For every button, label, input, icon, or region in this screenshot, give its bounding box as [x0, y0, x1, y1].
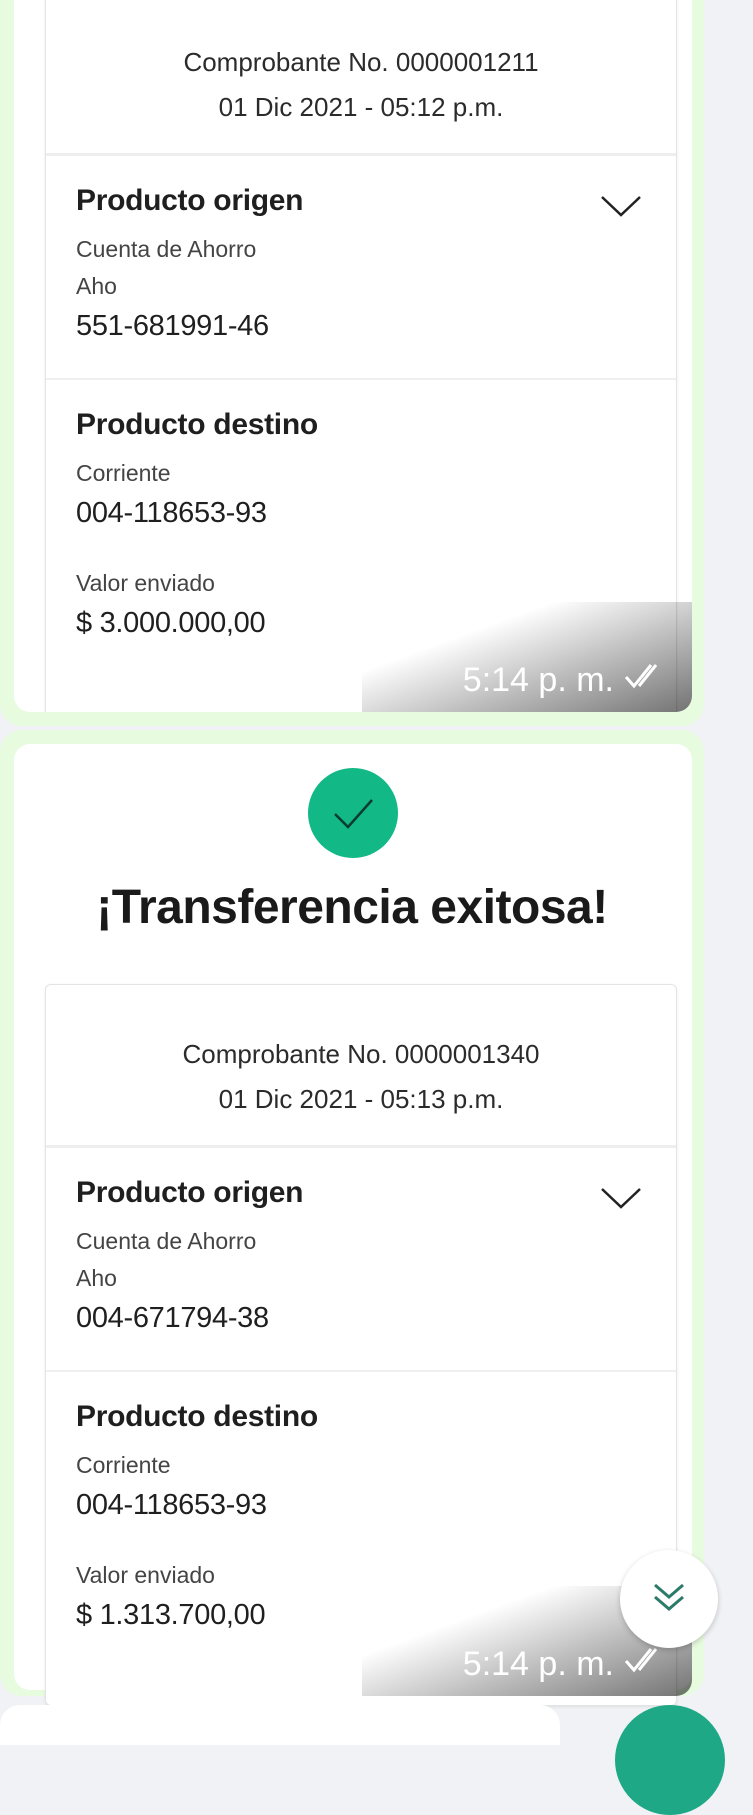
double-check-icon [624, 1645, 668, 1684]
chevron-down-icon[interactable] [600, 194, 642, 223]
origin-account: 004-671794-38 [76, 1302, 269, 1334]
origin-section: Producto origen Cuenta de Ahorro Aho 551… [46, 156, 676, 380]
destination-title: Producto destino [76, 1400, 318, 1433]
origin-title: Producto origen [76, 1176, 304, 1209]
origin-type: Cuenta de Ahorro [76, 1228, 257, 1254]
origin-type: Cuenta de Ahorro [76, 236, 257, 262]
origin-abbr: Aho [76, 273, 117, 299]
time-text: 5:14 p. m. [462, 661, 614, 699]
destination-title: Producto destino [76, 408, 318, 441]
amount-label: Valor enviado [76, 570, 215, 596]
destination-type: Corriente [76, 460, 171, 486]
mic-button[interactable] [615, 1705, 725, 1815]
timestamp-overlay: 5:14 p. m. [362, 602, 692, 712]
time-text: 5:14 p. m. [462, 1645, 614, 1683]
receipt-number: Comprobante No. 0000001211 [183, 47, 539, 77]
origin-account: 551-681991-46 [76, 310, 269, 342]
chevron-down-icon[interactable] [600, 1186, 642, 1215]
destination-type: Corriente [76, 1452, 171, 1478]
destination-account: 004-118653-93 [76, 1489, 267, 1521]
scroll-to-bottom-button[interactable] [620, 1550, 718, 1648]
double-chevron-down-icon [649, 1577, 689, 1622]
check-circle-icon [308, 768, 398, 858]
origin-section: Producto origen Cuenta de Ahorro Aho 004… [46, 1148, 676, 1372]
success-title: ¡Transferencia exitosa! [96, 881, 608, 934]
destination-account: 004-118653-93 [76, 497, 267, 529]
message-timestamp: 5:14 p. m. [463, 1645, 668, 1684]
receipt-header: Comprobante No. 0000001211 01 Dic 2021 -… [46, 0, 676, 156]
receipt-date: 01 Dic 2021 - 05:12 p.m. [218, 92, 504, 122]
receipt-number: Comprobante No. 0000001340 [182, 1039, 540, 1069]
receipt-header: Comprobante No. 0000001340 01 Dic 2021 -… [46, 985, 676, 1148]
origin-abbr: Aho [76, 1265, 117, 1291]
message-bubble[interactable]: Comprobante No. 0000001211 01 Dic 2021 -… [0, 0, 704, 726]
double-check-icon [624, 661, 668, 700]
origin-title: Producto origen [76, 184, 304, 217]
amount-label: Valor enviado [76, 1562, 215, 1588]
message-timestamp: 5:14 p. m. [463, 661, 668, 700]
receipt-date: 01 Dic 2021 - 05:13 p.m. [218, 1084, 504, 1114]
message-input-bar[interactable] [0, 1705, 560, 1745]
destination-section: Producto destino Corriente 004-118653-93… [46, 380, 676, 640]
